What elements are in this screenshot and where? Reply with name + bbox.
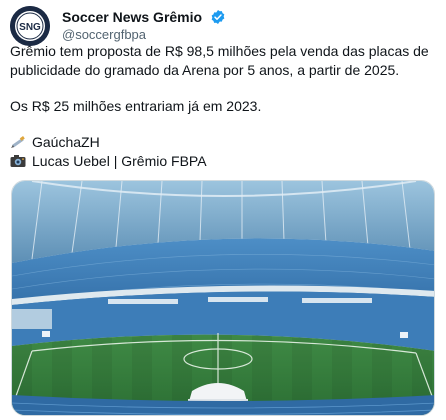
author-info: Soccer News Grêmio @soccergfbpa <box>62 8 226 44</box>
tweet-photo-stadium[interactable] <box>11 180 435 416</box>
pen-icon <box>10 135 26 149</box>
tweet-line-2: publicidade do gramado da Arena por 5 an… <box>10 62 400 78</box>
avatar-logo-text: SNG <box>19 22 41 33</box>
tweet-line-3: Os R$ 25 milhões entrariam já em 2023. <box>10 98 262 114</box>
author-display-name[interactable]: Soccer News Grêmio <box>62 8 202 26</box>
credit-photo-line: Lucas Uebel | Grêmio FBPA <box>10 152 207 171</box>
credit-photo: Lucas Uebel | Grêmio FBPA <box>32 153 207 169</box>
credit-source-line: GaúchaZH <box>10 133 100 152</box>
verified-badge-icon <box>210 9 226 25</box>
camera-icon <box>10 154 26 168</box>
tweet-line-1: Grêmio tem proposta de R$ 98,5 milhões p… <box>10 43 429 59</box>
avatar[interactable]: SNG <box>10 6 50 46</box>
credit-source: GaúchaZH <box>32 134 100 150</box>
stadium-image <box>12 181 434 415</box>
